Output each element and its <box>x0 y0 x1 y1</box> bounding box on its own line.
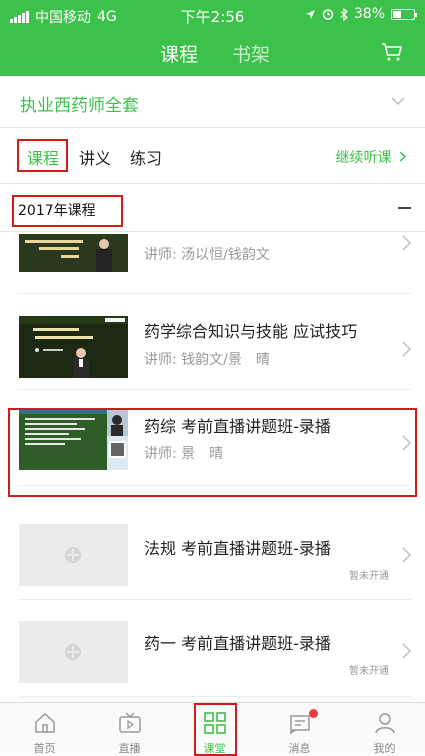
tab-practice[interactable]: 练习 <box>130 145 162 169</box>
tab-handouts[interactable]: 讲义 <box>79 145 111 169</box>
content-tabs: 课程 讲义 练习 继续听课 <box>0 128 425 184</box>
highlight-box <box>194 703 237 756</box>
course-item[interactable]: 药一 考前直播讲题班-录播 暂未开通 <box>0 600 425 697</box>
tab-bookshelf[interactable]: 书架 <box>232 40 270 67</box>
highlight-box <box>8 408 417 497</box>
status-bar: 中国移动 4G 下午2:56 38% <box>0 0 425 30</box>
course-thumbnail <box>19 524 128 586</box>
notification-badge <box>309 709 318 718</box>
chevron-right-icon <box>399 151 407 162</box>
course-title: 法规 考前直播讲题班-录播 <box>144 539 331 558</box>
course-teacher: 讲师: 钱韵文/景 晴 <box>144 352 270 368</box>
chevron-right-icon[interactable] <box>401 642 413 660</box>
course-selector[interactable]: 执业西药师全套 <box>0 76 425 128</box>
collapse-icon[interactable] <box>398 207 411 209</box>
chevron-right-icon[interactable] <box>401 340 413 358</box>
course-title: 药学综合知识与技能 应试技巧 <box>144 322 358 341</box>
cart-icon[interactable] <box>381 42 403 62</box>
tab-label: 消息 <box>288 742 311 755</box>
tab-home[interactable]: 首页 <box>2 703 87 756</box>
placeholder-image-icon <box>65 547 81 563</box>
course-thumbnail <box>19 621 128 683</box>
battery-icon <box>391 8 417 20</box>
tab-live[interactable]: 直播 <box>87 703 172 756</box>
course-item[interactable]: 讲师: 汤以恒/钱韵文 <box>0 232 425 294</box>
section-header[interactable]: 2017年课程 <box>0 184 425 232</box>
course-title: 药一 考前直播讲题班-录播 <box>144 634 331 653</box>
tab-me[interactable]: 我的 <box>342 703 425 756</box>
tab-courses[interactable]: 课程 <box>160 40 198 67</box>
tab-label: 首页 <box>33 742 56 755</box>
course-item[interactable]: 法规 考前直播讲题班-录播 暂未开通 <box>0 503 425 600</box>
home-icon <box>35 712 55 733</box>
location-icon <box>305 9 315 19</box>
tab-label: 我的 <box>373 742 396 755</box>
tab-course[interactable]: 课程 <box>27 145 59 169</box>
continue-learning-label: 继续听课 <box>335 150 392 166</box>
continue-learning-link[interactable]: 继续听课 <box>336 147 407 167</box>
tab-label: 直播 <box>118 742 141 755</box>
placeholder-image-icon <box>65 644 81 660</box>
not-open-label: 暂未开通 <box>349 666 389 677</box>
top-nav: 课程 书架 <box>0 30 425 76</box>
not-open-label: 暂未开通 <box>349 571 389 582</box>
chevron-right-icon[interactable] <box>401 546 413 564</box>
section-label: 2017年课程 <box>18 203 96 219</box>
course-teacher: 讲师: 汤以恒/钱韵文 <box>144 247 270 263</box>
course-thumbnail <box>19 234 128 272</box>
course-selector-title: 执业西药师全套 <box>20 96 139 116</box>
chevron-down-icon[interactable] <box>391 94 405 108</box>
course-list: 讲师: 汤以恒/钱韵文 药学综合知识与技能 应试技巧 讲师: 钱韵文/景 晴 药… <box>0 232 425 702</box>
tab-messages[interactable]: 消息 <box>257 703 342 756</box>
tv-icon <box>119 712 141 733</box>
alarm-icon <box>322 9 334 20</box>
battery-percent: 38% <box>353 6 385 22</box>
bluetooth-icon <box>340 7 348 21</box>
chevron-right-icon[interactable] <box>401 234 413 252</box>
user-icon <box>375 713 395 734</box>
bottom-tab-bar: 首页 直播 课堂 消息 我的 <box>0 702 425 756</box>
course-item[interactable]: 药学综合知识与技能 应试技巧 讲师: 钱韵文/景 晴 <box>0 294 425 390</box>
course-thumbnail <box>19 316 128 378</box>
